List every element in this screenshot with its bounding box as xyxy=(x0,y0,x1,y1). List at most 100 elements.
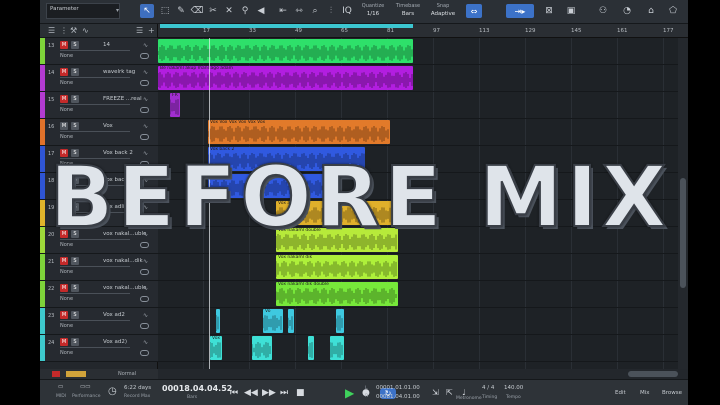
audio-clip[interactable]: Vo xyxy=(263,309,283,333)
track-name[interactable]: 14 xyxy=(103,42,110,48)
metronome-small-icon[interactable]: ▣ xyxy=(564,4,578,18)
loop-start[interactable]: 00001.01.01.00 xyxy=(376,385,420,391)
play-icon[interactable]: ▶ xyxy=(345,386,354,400)
monitor-toggle[interactable] xyxy=(140,107,149,113)
monitor-toggle[interactable] xyxy=(140,53,149,59)
chevron-down-icon[interactable]: ▾ xyxy=(116,7,119,14)
snap-toggle-icon[interactable]: ⇔ xyxy=(466,4,482,18)
loop-range[interactable] xyxy=(160,24,413,28)
input-select[interactable]: None xyxy=(60,350,108,358)
track-name[interactable]: Vox xyxy=(103,123,113,129)
volume-slider[interactable] xyxy=(60,104,130,105)
mute-button[interactable]: M xyxy=(60,284,68,292)
track-name[interactable]: Vox ad2) xyxy=(103,339,127,345)
fullscreen-icon[interactable]: ⊠ xyxy=(542,4,556,18)
solo-button[interactable]: S xyxy=(71,338,79,346)
tempo-value[interactable]: 140.00 xyxy=(504,385,523,391)
mute-button[interactable]: M xyxy=(60,41,68,49)
monitor-toggle[interactable] xyxy=(140,80,149,86)
track-row[interactable]: 15 M S FREEZE ...real ∿ None xyxy=(40,92,158,119)
pencil-icon[interactable]: ✎ xyxy=(174,4,188,18)
monitor-toggle[interactable] xyxy=(140,296,149,302)
input-select[interactable]: None xyxy=(60,53,108,61)
track-row[interactable]: 21 M S vox nakal...dik ∿ None xyxy=(40,254,158,281)
parameter-field[interactable]: Parameter xyxy=(46,3,120,19)
split-tool-icon[interactable]: ✂ xyxy=(206,4,220,18)
tag-icon[interactable]: ⬠ xyxy=(666,4,680,18)
track-name[interactable]: Vox ad2 xyxy=(103,312,125,318)
audio-clip[interactable]: FR xyxy=(170,93,180,117)
mute-indicator[interactable] xyxy=(52,371,60,377)
solo-indicator[interactable] xyxy=(66,371,86,377)
eraser-icon[interactable]: ⌫ xyxy=(190,4,204,18)
track-name[interactable]: vox nakal...uble xyxy=(103,285,146,291)
quantize-value[interactable]: 1/16 xyxy=(358,11,388,17)
automation-icon[interactable]: ∿ xyxy=(82,26,89,35)
track-row[interactable]: 24 M S Vox ad2) ∿ None xyxy=(40,335,158,362)
edit-button[interactable]: Edit xyxy=(615,390,626,396)
iq-icon[interactable]: IQ xyxy=(340,4,354,18)
volume-slider[interactable] xyxy=(60,347,130,348)
audio-clip[interactable] xyxy=(252,336,272,360)
wrench-icon[interactable]: ⚒ xyxy=(70,26,77,35)
volume-slider[interactable] xyxy=(60,293,130,294)
timebase-value[interactable]: Bars xyxy=(393,11,423,17)
audio-clip[interactable] xyxy=(336,309,344,333)
bend-tool-icon[interactable]: ⚲ xyxy=(238,4,252,18)
timeline-ruler[interactable]: 17 33 49 65 81 97 113 129 145 161 177 xyxy=(158,24,688,38)
volume-slider[interactable] xyxy=(60,131,130,132)
home-icon[interactable]: ⌂ xyxy=(644,4,658,18)
position-unit[interactable]: Bars xyxy=(187,395,197,400)
audio-clip[interactable] xyxy=(216,309,220,333)
mute-button[interactable]: M xyxy=(60,338,68,346)
input-select[interactable]: None xyxy=(60,134,108,142)
track-row[interactable]: 16 M S Vox ∿ None xyxy=(40,119,158,146)
audio-clip[interactable] xyxy=(308,336,314,360)
input-select[interactable]: None xyxy=(60,107,108,115)
snap-value[interactable]: Adaptive xyxy=(428,11,458,17)
audio-clip[interactable]: Vox Vox Vox Vox Vox Vox xyxy=(208,120,390,144)
track-name[interactable]: vox nakal...dik xyxy=(103,258,143,264)
mode-label[interactable]: Normal xyxy=(118,371,136,377)
mix-button[interactable]: Mix xyxy=(640,390,650,396)
input-select[interactable]: None xyxy=(60,269,108,277)
monitor-toggle[interactable] xyxy=(140,134,149,140)
track-row[interactable]: 22 M S vox nakal...uble ∿ None xyxy=(40,281,158,308)
menu-icon[interactable]: ☰ xyxy=(48,26,55,35)
solo-button[interactable]: S xyxy=(71,284,79,292)
mute-button[interactable]: M xyxy=(60,122,68,130)
gauge-icon[interactable]: ◔ xyxy=(620,4,634,18)
add-track-icon[interactable]: + xyxy=(148,26,155,35)
volume-slider[interactable] xyxy=(60,266,130,267)
follow-icon[interactable]: ⇿ xyxy=(292,4,306,18)
mute-button[interactable]: M xyxy=(60,95,68,103)
input-select[interactable]: None xyxy=(60,323,108,331)
solo-button[interactable]: S xyxy=(71,257,79,265)
arrow-tool-icon[interactable]: ↖ xyxy=(140,4,154,18)
grid-toggle-icon[interactable]: ⇥▸ xyxy=(506,4,534,18)
mute-button[interactable]: M xyxy=(60,68,68,76)
input-select[interactable]: None xyxy=(60,80,108,88)
stop-icon[interactable]: ■ xyxy=(296,388,305,398)
audio-clip[interactable] xyxy=(158,39,413,63)
track-row[interactable]: 14 M S wavelrk tag ∿ None xyxy=(40,65,158,92)
list-icon[interactable]: ☰ xyxy=(136,26,143,35)
snap-tool-icon[interactable]: ⫶ xyxy=(324,4,338,18)
zoom-icon[interactable]: ⌕ xyxy=(308,4,322,18)
audio-clip[interactable]: Vox nakaml dik double xyxy=(276,282,398,306)
solo-button[interactable]: S xyxy=(71,41,79,49)
solo-button[interactable]: S xyxy=(71,95,79,103)
track-name[interactable]: FREEZE ...real xyxy=(103,96,142,102)
user-icon[interactable]: ⚇ xyxy=(596,4,610,18)
input-select[interactable]: None xyxy=(60,296,108,304)
audio-clip[interactable]: Vox xyxy=(210,336,222,360)
time-signature[interactable]: 4 / 4 xyxy=(482,385,494,391)
audio-clip[interactable] xyxy=(288,309,294,333)
range-tool-icon[interactable]: ⬚ xyxy=(158,4,172,18)
punch-icon[interactable]: ⇲ xyxy=(432,388,439,397)
rewind-start-icon[interactable]: ⏮ xyxy=(230,388,238,398)
volume-slider[interactable] xyxy=(60,320,130,321)
solo-button[interactable]: S xyxy=(71,311,79,319)
forward-end-icon[interactable]: ⏭ xyxy=(280,388,288,398)
track-name[interactable]: wavelrk tag xyxy=(103,69,135,75)
